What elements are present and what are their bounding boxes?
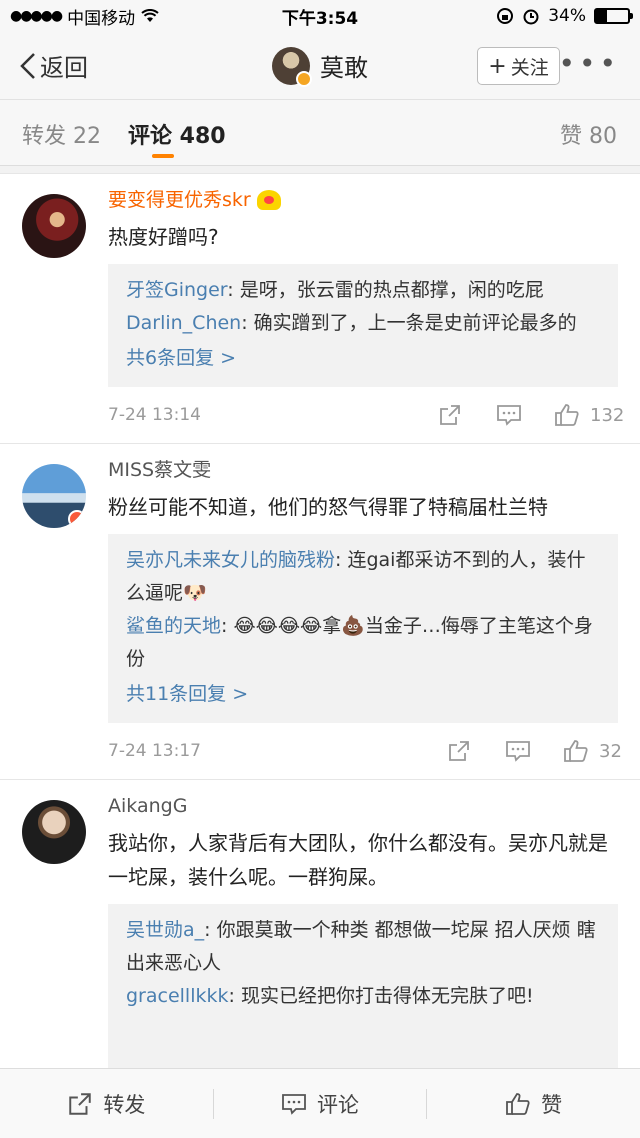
tab-likes[interactable]: 赞 80 [560,118,617,150]
comment-item: AikangG 我站你，人家背后有大团队，你什么都没有。吴亦凡就是一坨屎，装什么… [0,780,640,1104]
crown-icon [256,190,281,210]
reply-text: : 现实已经把你打击得体无完肤了吧! [228,985,534,1007]
plus-icon: + [488,53,507,79]
page-title: 莫敢 [320,54,368,82]
battery-icon [594,8,633,24]
wifi-icon [141,9,159,22]
comment-item: 要变得更优秀skr 热度好蹭吗? 牙签Ginger: 是呀，张云雷的热点都撑，闲… [0,174,640,444]
reply-text: : 确实蹭到了，上一条是史前评论最多的 [241,312,577,334]
reply-box[interactable]: 吴亦凡未来女儿的脑残粉: 连gai都采访不到的人，装什么逼呢🐶 鲨鱼的天地: 😂… [108,534,618,723]
reply-item: 鲨鱼的天地: 😂😂😂😂拿💩当金子…侮辱了主笔这个身份 [126,610,600,676]
tab-bar: 转发 22 评论 480 赞 80 [0,100,640,166]
comment-date: 7-24 13:14 [108,405,201,425]
status-bar: ●●●●● 中国移动 下午3:54 34% [0,0,640,32]
reply-item: gracelllkkk: 现实已经把你打击得体无完肤了吧! [126,980,600,1013]
reply-username[interactable]: 鲨鱼的天地 [126,615,221,637]
reply-username[interactable]: 吴世勋a_ [126,919,204,941]
comment-text: 热度好蹭吗? [108,225,219,249]
reply-box[interactable]: 牙签Ginger: 是呀，张云雷的热点都撑，闲的吃屁 Darlin_Chen: … [108,264,618,387]
rotation-lock-icon [497,8,514,24]
reply-item: Darlin_Chen: 确实蹭到了，上一条是史前评论最多的 [126,307,600,340]
more-options-icon[interactable]: ••• [558,50,620,78]
reply-item: 牙签Ginger: 是呀，张云雷的热点都撑，闲的吃屁 [126,274,600,307]
more-replies-link[interactable]: 共11条回复 > [126,678,600,711]
comment-username[interactable]: 要变得更优秀skr [108,186,618,214]
tab-comments[interactable]: 评论 480 [128,118,226,150]
comment-icon[interactable] [496,403,522,427]
comment-text: 我站你，人家背后有大团队，你什么都没有。吴亦凡就是一坨屎，装什么呢。一群狗屎。 [108,831,608,889]
reply-username[interactable]: 牙签Ginger [126,279,227,301]
comment-text: 粉丝可能不知道，他们的怒气得罪了特稿届杜兰特 [108,495,548,519]
alarm-icon [523,9,539,25]
reply-username[interactable]: 吴亦凡未来女儿的脑残粉 [126,549,335,571]
chevron-left-icon [20,52,35,79]
share-icon[interactable] [438,403,462,427]
follow-button[interactable]: + 关注 [477,47,560,85]
reply-item: 吴世勋a_: 你跟莫敢一个种类 都想做一坨屎 招人厌烦 瞎出来恶心人 [126,914,600,980]
comment-username[interactable]: AikangG [108,792,618,820]
verified-badge-icon [296,70,312,87]
tab-indicator [152,154,174,158]
thumbs-up-icon [506,1092,530,1115]
divider [0,166,640,174]
share-icon[interactable] [447,739,471,763]
reply-username[interactable]: gracelllkkk [126,985,229,1007]
like-button[interactable]: 132 [554,403,624,427]
bottom-action-bar: 转发 评论 赞 [0,1068,640,1138]
comment-username[interactable]: MISS蔡文雯 [108,456,618,484]
avatar [272,46,312,87]
repost-label: 转发 [103,1092,146,1117]
thumbs-up-icon [555,404,579,426]
avatar[interactable] [22,194,86,258]
comment-date: 7-24 13:17 [108,741,201,761]
comment-icon [282,1093,306,1115]
reply-text: : 是呀，张云雷的热点都撑，闲的吃屁 [227,279,544,301]
back-button[interactable]: 返回 [18,48,88,83]
like-label: 赞 [541,1092,563,1117]
comment-button[interactable]: 评论 [214,1089,427,1119]
avatar[interactable] [22,800,86,864]
like-button[interactable]: 32 [563,739,622,763]
repost-button[interactable]: 转发 [0,1089,213,1119]
share-icon [69,1092,92,1115]
like-count: 132 [590,404,625,426]
signal-dots-icon: ●●●●● [10,8,63,24]
comment-icon[interactable] [505,739,531,763]
like-button[interactable]: 赞 [427,1089,640,1119]
comment-item: MISS蔡文雯 粉丝可能不知道，他们的怒气得罪了特稿届杜兰特 吴亦凡未来女儿的脑… [0,444,640,780]
carrier-label: 中国移动 [67,8,136,29]
comment-label: 评论 [317,1092,359,1117]
reply-username[interactable]: Darlin_Chen [126,312,241,334]
battery-percent: 34% [548,6,586,26]
reply-item: 吴亦凡未来女儿的脑残粉: 连gai都采访不到的人，装什么逼呢🐶 [126,544,600,610]
avatar[interactable] [22,464,86,528]
like-count: 32 [599,740,622,762]
tab-reposts[interactable]: 转发 22 [22,118,101,150]
verified-badge-icon [68,510,86,528]
follow-label: 关注 [510,56,549,79]
back-label: 返回 [40,54,88,82]
more-replies-link[interactable]: 共6条回复 > [126,342,600,375]
thumbs-up-icon [564,740,588,762]
nav-bar: 返回 莫敢 + 关注 ••• [0,32,640,100]
